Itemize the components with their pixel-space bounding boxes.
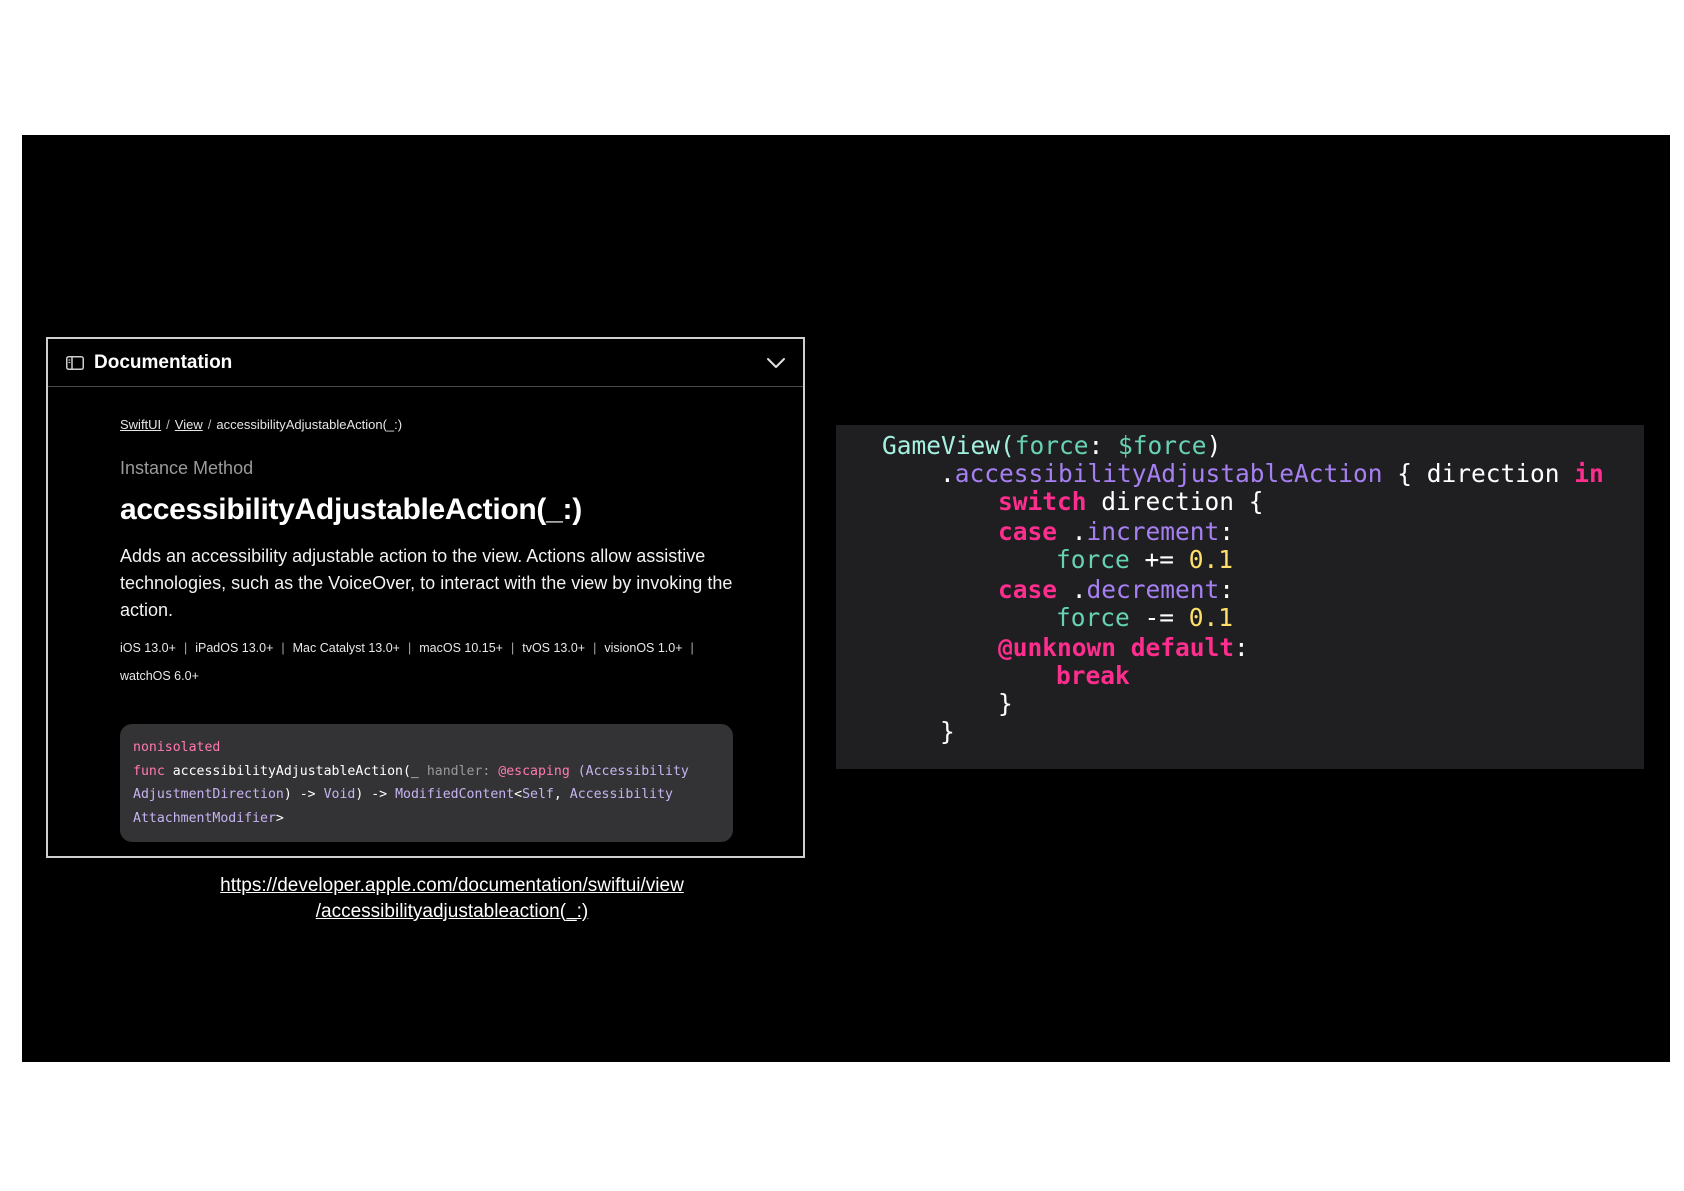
decl-comma: , bbox=[553, 787, 562, 802]
breadcrumb-separator: / bbox=[207, 417, 212, 432]
code-token: } bbox=[940, 717, 955, 746]
sidebar-icon[interactable] bbox=[66, 355, 84, 370]
code-line: } bbox=[998, 689, 1013, 719]
code-line: } bbox=[940, 717, 955, 747]
decl-func-keyword: func bbox=[133, 763, 165, 779]
breadcrumb-separator: / bbox=[166, 417, 170, 432]
decl-param: handler: bbox=[426, 763, 491, 779]
decl-modifier-type[interactable]: Accessibility bbox=[570, 787, 673, 802]
documentation-body: SwiftUI / View / accessibilityAdjustableActi… bbox=[120, 417, 740, 842]
code-token: $force bbox=[1118, 431, 1207, 460]
documentation-title: Documentation bbox=[94, 351, 233, 373]
platform-mac-catalyst: Mac Catalyst 13.0+ bbox=[292, 641, 400, 655]
code-line: GameView(force: $force) bbox=[882, 431, 1221, 461]
code-token: : bbox=[1219, 575, 1235, 604]
decl-attribute: nonisolated bbox=[133, 740, 221, 755]
page-title: accessibilityAdjustableAction(_:) bbox=[120, 493, 582, 526]
code-token: force bbox=[1014, 431, 1089, 460]
documentation-header[interactable]: Documentation bbox=[48, 339, 803, 387]
code-line: @unknown default: bbox=[998, 633, 1249, 663]
code-token: ) bbox=[1206, 431, 1222, 460]
decl-escaping: @escaping bbox=[498, 763, 570, 779]
code-token: switch bbox=[998, 487, 1087, 516]
code-token: break bbox=[1056, 661, 1130, 690]
code-token: : bbox=[1219, 517, 1235, 546]
platform-availability: iOS 13.0+ | iPadOS 13.0+ | Mac Catalyst 13.0… bbox=[120, 641, 694, 683]
code-line: case .increment: bbox=[998, 517, 1234, 547]
abstract-text: Adds an accessibility adjustable action … bbox=[120, 546, 733, 620]
platform-ios: iOS 13.0+ bbox=[120, 641, 176, 655]
code-token: increment bbox=[1086, 517, 1220, 546]
code-token: : bbox=[1234, 633, 1249, 662]
chevron-down-icon[interactable] bbox=[765, 356, 787, 370]
code-token: force bbox=[1056, 603, 1130, 632]
code-token: 0.1 bbox=[1188, 545, 1234, 574]
decl-modifier-type-cont[interactable]: AttachmentModifier bbox=[133, 811, 276, 826]
code-token: . bbox=[1057, 517, 1087, 546]
breadcrumb-swiftui[interactable]: SwiftUI bbox=[120, 417, 161, 432]
decl-type-cont[interactable]: AdjustmentDirection bbox=[133, 787, 284, 802]
code-line: force -= 0.1 bbox=[1056, 603, 1233, 633]
code-token: . bbox=[940, 459, 955, 488]
code-token: decrement bbox=[1086, 575, 1220, 604]
code-line: case .decrement: bbox=[998, 575, 1234, 605]
breadcrumb-view[interactable]: View bbox=[175, 417, 203, 432]
code-line: switch direction { bbox=[998, 487, 1264, 517]
breadcrumb: SwiftUI / View / accessibilityAdjustableActi… bbox=[120, 417, 740, 432]
code-token: case bbox=[998, 575, 1058, 604]
decl-arrow: ) -> bbox=[355, 787, 388, 802]
platform-visionos: visionOS 1.0+ bbox=[604, 641, 683, 655]
code-token: force bbox=[1056, 545, 1130, 574]
code-token: in bbox=[1574, 459, 1604, 488]
code-token: } bbox=[998, 689, 1013, 718]
decl-arrow: ) -> bbox=[283, 787, 316, 802]
decl-void[interactable]: Void bbox=[324, 787, 356, 802]
decl-angle-close: > bbox=[275, 810, 284, 826]
code-line: .accessibilityAdjustableAction { directi… bbox=[940, 459, 1604, 489]
decl-name: accessibilityAdjustableAction(_ bbox=[172, 763, 419, 779]
code-token: 0.1 bbox=[1188, 603, 1234, 632]
platform-ipados: iPadOS 13.0+ bbox=[195, 641, 274, 655]
platform-tvos: tvOS 13.0+ bbox=[522, 641, 586, 655]
declaration-code: nonisolated func accessibilityAdjustable… bbox=[120, 724, 733, 842]
decl-return-type[interactable]: ModifiedContent bbox=[395, 787, 514, 802]
documentation-panel: Documentation SwiftUI / View / accessibility… bbox=[46, 337, 805, 858]
decl-angle-open: < bbox=[514, 787, 523, 802]
code-token: GameView( bbox=[882, 431, 1015, 460]
swift-code-panel: GameView(force: $force) .accessibilityAd… bbox=[836, 425, 1644, 769]
code-token: -= bbox=[1129, 603, 1189, 632]
code-token: direction { bbox=[1086, 487, 1264, 516]
platform-macos: macOS 10.15+ bbox=[419, 641, 503, 655]
code-token: accessibilityAdjustableAction bbox=[954, 459, 1383, 488]
code-token: @unknown default bbox=[998, 633, 1235, 662]
decl-self: Self bbox=[522, 787, 554, 802]
code-line: break bbox=[1056, 661, 1130, 691]
source-url[interactable]: https://developer.apple.com/documentatio… bbox=[122, 873, 782, 925]
code-token: : bbox=[1088, 431, 1119, 460]
symbol-kind: Instance Method bbox=[120, 458, 254, 478]
code-token: += bbox=[1129, 545, 1189, 574]
platform-watchos: watchOS 6.0+ bbox=[120, 669, 199, 683]
decl-type[interactable]: (Accessibility bbox=[578, 764, 689, 779]
code-token: . bbox=[1057, 575, 1087, 604]
code-token: { direction bbox=[1382, 459, 1575, 488]
source-url-line1[interactable]: https://developer.apple.com/documentatio… bbox=[220, 875, 684, 896]
breadcrumb-current: accessibilityAdjustableAction(_:) bbox=[216, 417, 403, 432]
source-url-line2[interactable]: /accessibilityadjustableaction(_:) bbox=[316, 901, 588, 922]
code-token: case bbox=[998, 517, 1058, 546]
code-line: force += 0.1 bbox=[1056, 545, 1233, 575]
slide-background: Documentation SwiftUI / View / accessibility… bbox=[22, 135, 1670, 1062]
